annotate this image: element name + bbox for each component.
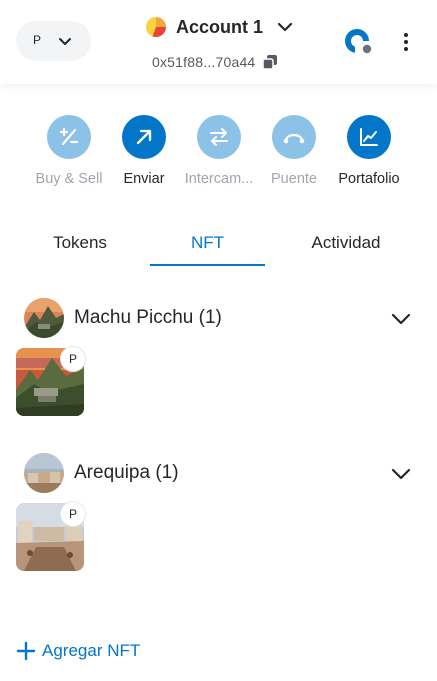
send-arrow-icon bbox=[122, 115, 166, 159]
app-header: P Account 1 0x51f88...70a44 bbox=[0, 0, 437, 84]
active-tab-underline bbox=[150, 264, 265, 266]
collection-header[interactable]: Arequipa (1) bbox=[24, 453, 179, 493]
tab-activity-label: Actividad bbox=[311, 233, 381, 252]
swap-icon bbox=[197, 115, 241, 159]
plus-icon bbox=[16, 641, 36, 661]
collection-title: Arequipa (1) bbox=[74, 462, 179, 483]
collection-avatar bbox=[24, 298, 64, 338]
account-picker[interactable]: Account 1 bbox=[146, 15, 293, 39]
portfolio-label: Portafolio bbox=[338, 171, 400, 187]
more-options-icon[interactable] bbox=[396, 31, 416, 53]
bridge-icon bbox=[272, 115, 316, 159]
collection-title: Machu Picchu (1) bbox=[74, 307, 222, 328]
copy-icon[interactable] bbox=[262, 54, 278, 70]
nft-network-badge: P bbox=[60, 346, 86, 372]
collection-avatar bbox=[24, 453, 64, 493]
portfolio-chart-icon bbox=[347, 115, 391, 159]
address-text: 0x51f88...70a44 bbox=[152, 54, 256, 70]
nft-collection: Arequipa (1) P bbox=[0, 453, 437, 583]
network-letter: P bbox=[33, 33, 42, 47]
chevron-down-icon[interactable] bbox=[390, 308, 412, 330]
wallet-actions: Buy & Sell Enviar Intercam... Puente Por… bbox=[0, 115, 437, 195]
chevron-down-icon bbox=[277, 22, 293, 32]
tab-tokens-label: Tokens bbox=[53, 233, 107, 252]
tab-nft[interactable]: NFT bbox=[150, 228, 265, 266]
nft-collection: Machu Picchu (1) P bbox=[0, 298, 437, 428]
network-picker[interactable]: P bbox=[16, 21, 91, 61]
account-name: Account 1 bbox=[176, 16, 264, 37]
account-address[interactable]: 0x51f88...70a44 bbox=[152, 54, 278, 70]
nft-network-badge: P bbox=[60, 501, 86, 527]
tab-nft-label: NFT bbox=[190, 233, 225, 252]
chevron-down-icon[interactable] bbox=[390, 463, 412, 485]
connection-status-icon[interactable] bbox=[343, 27, 373, 57]
tab-tokens[interactable]: Tokens bbox=[30, 228, 130, 266]
account-avatar bbox=[146, 17, 166, 37]
portfolio-button[interactable]: Portafolio bbox=[324, 115, 414, 187]
tab-activity[interactable]: Actividad bbox=[290, 228, 402, 266]
add-nft-label: Agregar NFT bbox=[42, 641, 141, 660]
asset-tabs: Tokens NFT Actividad bbox=[0, 228, 437, 266]
buy-sell-icon bbox=[47, 115, 91, 159]
chevron-down-icon bbox=[59, 38, 71, 45]
collection-header[interactable]: Machu Picchu (1) bbox=[24, 298, 222, 338]
add-nft-button[interactable]: Agregar NFT bbox=[16, 641, 140, 661]
